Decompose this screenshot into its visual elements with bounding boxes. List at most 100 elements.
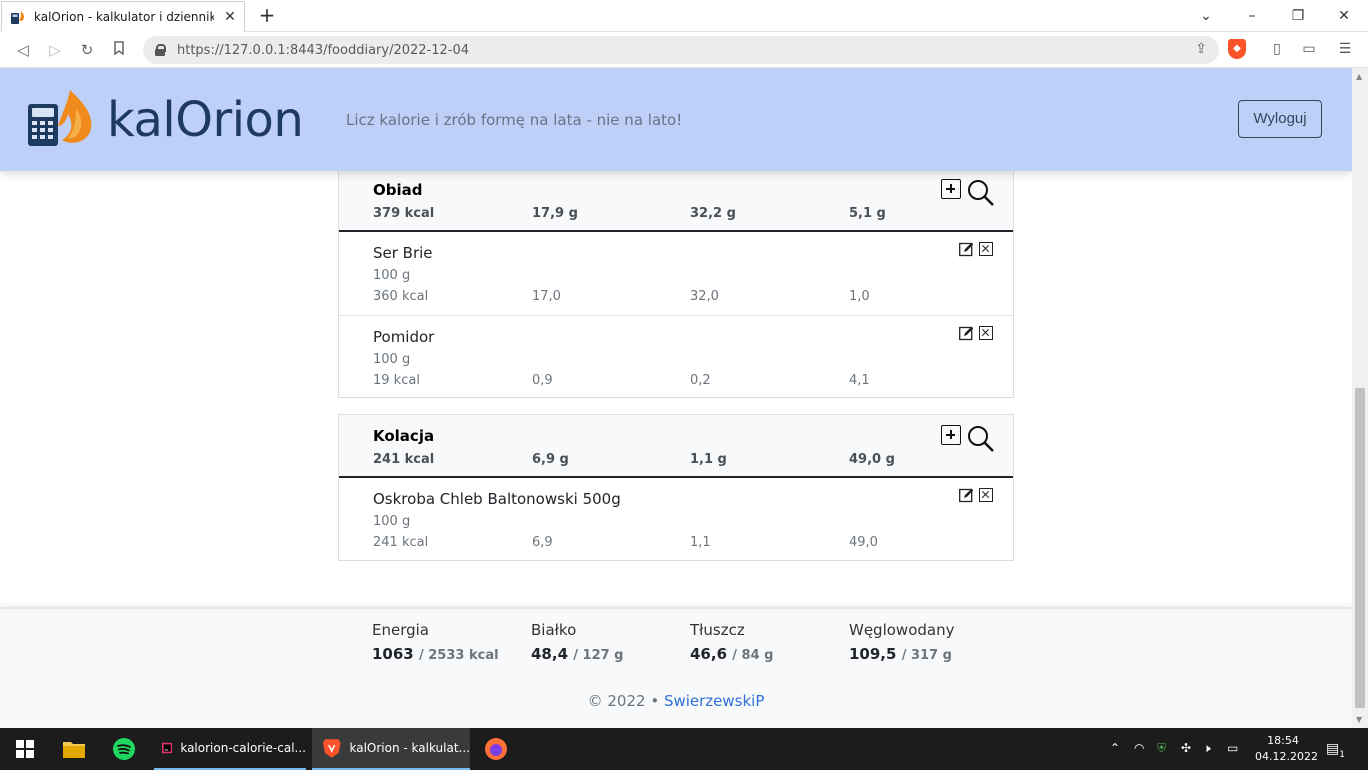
summary-label-carbs: Węglowodany — [849, 621, 955, 639]
show-hidden-icons-chevron-icon[interactable]: ⌃ — [1110, 741, 1120, 755]
site-header: kalOrion Licz kalorie i zrób formę na la… — [0, 68, 1352, 171]
search-food-icon[interactable] — [967, 425, 995, 453]
copyright: © 2022 • SwierzewskiP — [0, 692, 1352, 710]
minimize-icon[interactable]: – — [1240, 5, 1264, 27]
delete-x-icon[interactable] — [979, 326, 993, 340]
logo-text[interactable]: kalOrion — [107, 92, 304, 148]
sidebar-icon[interactable]: ▯ — [1268, 40, 1286, 58]
clock-time: 18:54 — [1267, 734, 1299, 747]
lock-icon — [155, 44, 166, 56]
food-kcal: 19 kcal — [373, 373, 420, 388]
meal-total-carbs: 49,0 g — [849, 452, 895, 467]
food-amount: 100 g — [373, 352, 411, 367]
address-bar[interactable]: https://127.0.0.1:8443/fooddiary/2022-12… — [143, 36, 1219, 64]
notifications-icon[interactable]: ▤1 — [1326, 741, 1345, 760]
share-icon[interactable]: ⇪ — [1195, 41, 1207, 57]
meal-total-kcal: 241 kcal — [373, 452, 435, 467]
network-wifi-icon[interactable]: ◠ — [1134, 741, 1144, 755]
bookmark-icon[interactable] — [108, 39, 130, 61]
meal-name: Obiad — [373, 181, 423, 199]
security-shield-icon[interactable]: ⛨ — [1157, 741, 1166, 756]
volume-muted-icon[interactable]: 🕨 — [1203, 741, 1211, 756]
delete-x-icon[interactable] — [979, 488, 993, 502]
firefox-icon[interactable] — [484, 728, 510, 770]
window-close-icon[interactable]: ✕ — [1332, 5, 1356, 27]
search-food-icon[interactable] — [967, 179, 995, 207]
clock-date: 04.12.2022 — [1255, 750, 1318, 763]
food-carbs: 1,0 — [849, 289, 870, 304]
page-viewport: kalOrion Licz kalorie i zrób formę na la… — [0, 68, 1352, 728]
meal-total-carbs: 5,1 g — [849, 206, 886, 221]
brave-shields-icon[interactable]: ◆ — [1228, 39, 1246, 59]
meal-total-fat: 32,2 g — [690, 206, 736, 221]
reload-icon[interactable]: ↻ — [76, 39, 98, 61]
meal-total-protein: 17,9 g — [532, 206, 578, 221]
edit-pencil-icon[interactable] — [959, 488, 974, 503]
food-kcal: 241 kcal — [373, 535, 429, 550]
tab-title: kalOrion - kalkulator i dziennik ka — [34, 10, 214, 24]
taskbar-app-label: kalorion-calorie-cal... — [180, 741, 306, 755]
logout-button[interactable]: Wyloguj — [1238, 100, 1322, 138]
delete-x-icon[interactable] — [979, 242, 993, 256]
summary-goal: / 317 g — [901, 648, 952, 663]
slack-icon[interactable]: ✣ — [1181, 741, 1191, 755]
spotify-icon[interactable] — [112, 728, 140, 770]
food-name: Ser Brie — [373, 244, 433, 262]
summary-current: 109,5 — [849, 645, 897, 663]
file-explorer-icon[interactable] — [62, 728, 90, 770]
food-fat: 0,2 — [690, 373, 711, 388]
add-food-plus-icon[interactable] — [941, 425, 961, 445]
author-link[interactable]: SwierzewskiP — [664, 692, 764, 710]
tab-search-chevron-icon[interactable]: ⌄ — [1194, 5, 1218, 27]
brave-browser-icon — [322, 739, 341, 758]
taskbar-app-brave[interactable]: kalOrion - kalkulat... — [312, 728, 470, 770]
menu-icon[interactable]: ☰ — [1336, 40, 1354, 58]
food-kcal: 360 kcal — [373, 289, 429, 304]
meal-total-fat: 1,1 g — [690, 452, 727, 467]
forward-icon[interactable]: ▷ — [44, 39, 66, 61]
back-icon[interactable]: ◁ — [12, 39, 34, 61]
food-name: Oskroba Chleb Baltonowski 500g — [373, 490, 621, 508]
food-protein: 6,9 — [532, 535, 553, 550]
food-carbs: 49,0 — [849, 535, 878, 550]
scroll-up-arrow-icon[interactable]: ▲ — [1356, 72, 1362, 81]
summary-current: 1063 — [372, 645, 414, 663]
summary-value-carbs: 109,5 / 317 g — [849, 645, 952, 663]
summary-label-fat: Tłuszcz — [690, 621, 745, 639]
scroll-thumb[interactable] — [1355, 388, 1365, 708]
new-tab-plus-icon[interactable]: + — [256, 4, 278, 26]
url-text: https://127.0.0.1:8443/fooddiary/2022-12… — [177, 42, 469, 58]
windows-taskbar: kalorion-calorie-cal... kalOrion - kalku… — [0, 728, 1368, 770]
summary-goal: / 84 g — [732, 648, 774, 663]
summary-current: 46,6 — [690, 645, 728, 663]
browser-tab-active[interactable]: kalOrion - kalkulator i dziennik ka ✕ — [1, 1, 245, 32]
add-food-plus-icon[interactable] — [941, 179, 961, 199]
daily-summary-footer: Energia 1063 / 2533 kcal Białko 48,4 / 1… — [0, 607, 1352, 728]
tab-close-icon[interactable]: ✕ — [222, 9, 238, 25]
food-item: Ser Brie 100 g 360 kcal 17,0 32,0 1,0 — [339, 232, 1013, 315]
calculator-flame-favicon-icon — [10, 9, 26, 25]
food-item: Pomidor 100 g 19 kcal 0,9 0,2 4,1 — [339, 315, 1013, 398]
meal-card-obiad: Obiad 379 kcal 17,9 g 32,2 g 5,1 g Ser B… — [338, 170, 1014, 398]
scroll-down-arrow-icon[interactable]: ▼ — [1356, 715, 1362, 724]
system-clock[interactable]: 18:54 04.12.2022 — [1255, 733, 1318, 765]
tab-strip: kalOrion - kalkulator i dziennik ka ✕ + … — [0, 0, 1368, 32]
summary-label-energy: Energia — [372, 621, 429, 639]
wallet-icon[interactable]: ▭ — [1300, 40, 1318, 58]
meal-total-kcal: 379 kcal — [373, 206, 435, 221]
battery-icon[interactable]: ▭ — [1227, 741, 1238, 755]
meal-header: Kolacja 241 kcal 6,9 g 1,1 g 49,0 g — [339, 415, 1013, 478]
food-fat: 32,0 — [690, 289, 719, 304]
food-amount: 100 g — [373, 268, 411, 283]
restore-icon[interactable]: ❐ — [1286, 5, 1310, 27]
meal-total-protein: 6,9 g — [532, 452, 569, 467]
summary-current: 48,4 — [531, 645, 569, 663]
food-protein: 17,0 — [532, 289, 561, 304]
windows-start-icon[interactable] — [16, 740, 34, 758]
taskbar-app-intellij[interactable]: kalorion-calorie-cal... — [154, 728, 306, 770]
edit-pencil-icon[interactable] — [959, 326, 974, 341]
page-scrollbar[interactable]: ▲ ▼ — [1352, 68, 1368, 728]
notification-count: 1 — [1339, 749, 1345, 760]
edit-pencil-icon[interactable] — [959, 242, 974, 257]
meal-header: Obiad 379 kcal 17,9 g 32,2 g 5,1 g — [339, 171, 1013, 232]
